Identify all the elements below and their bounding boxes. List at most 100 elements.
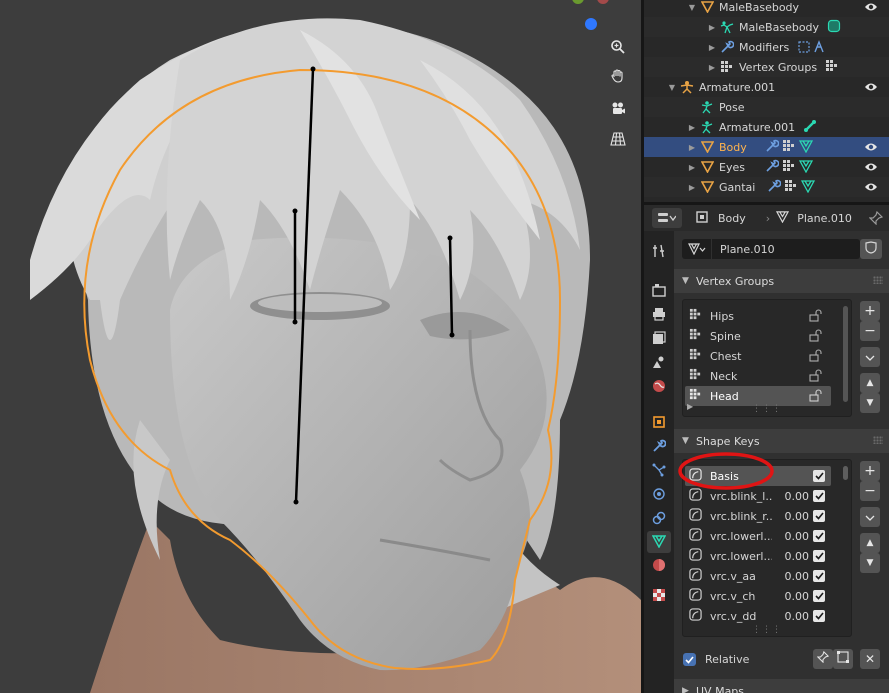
tab-mesh-data[interactable] <box>647 531 671 553</box>
shape-key-item[interactable]: vrc.lowerl... 0.00 <box>685 526 831 546</box>
unlocked-icon[interactable] <box>809 309 823 325</box>
vertex-groups-scrollbar[interactable] <box>843 306 848 402</box>
tab-physics[interactable] <box>647 484 671 506</box>
outliner-row-label: Pose <box>719 100 745 114</box>
shape-key-pin-button[interactable] <box>813 649 833 669</box>
drag-grip-icon[interactable] <box>873 276 883 284</box>
outliner-row[interactable]: ▶ Eyes <box>644 157 889 177</box>
vertex-group-item[interactable]: Neck <box>685 366 831 386</box>
remove-vertex-group-button[interactable]: − <box>860 321 880 341</box>
unlocked-icon[interactable] <box>809 369 823 385</box>
move-down-button[interactable]: ▼ <box>860 553 880 573</box>
shape-key-item[interactable]: vrc.blink_r... 0.00 <box>685 506 831 526</box>
shape-key-value[interactable]: 0.00 <box>785 590 810 603</box>
outliner-row[interactable]: Pose <box>644 97 889 117</box>
tab-modifiers[interactable] <box>647 436 671 458</box>
eye-icon[interactable] <box>863 159 879 175</box>
camera-icon[interactable] <box>606 96 630 120</box>
shape-key-item[interactable]: vrc.v_ch 0.00 <box>685 586 831 606</box>
shape-key-value[interactable]: 0.00 <box>785 490 810 503</box>
shape-key-mute-checkbox[interactable] <box>813 550 825 562</box>
outliner-row[interactable]: ▶ MaleBasebody <box>644 17 889 37</box>
add-vertex-group-button[interactable]: + <box>860 301 880 321</box>
zoom-icon[interactable] <box>606 35 630 59</box>
shape-key-value[interactable]: 0.00 <box>785 570 810 583</box>
vertex-group-specials-button[interactable] <box>860 347 880 367</box>
object-breadcrumb[interactable]: Body <box>696 208 746 228</box>
editor-type-button[interactable] <box>652 208 682 228</box>
bone-icon <box>803 119 817 136</box>
eye-icon[interactable] <box>863 179 879 195</box>
tab-render[interactable] <box>647 280 671 302</box>
shape-key-mute-checkbox[interactable] <box>813 570 825 582</box>
tab-texture[interactable] <box>647 585 671 607</box>
shape-key-value[interactable]: 0.00 <box>785 610 810 623</box>
vertex-group-item[interactable]: Chest <box>685 346 831 366</box>
hand-pan-icon[interactable] <box>606 64 630 88</box>
uv-maps-panel-header[interactable]: ▶ UV Maps <box>674 679 889 693</box>
unlocked-icon[interactable] <box>809 329 823 345</box>
shape-key-item[interactable]: vrc.v_aa 0.00 <box>685 566 831 586</box>
mesh-object-icon <box>698 159 716 175</box>
pin-icon[interactable] <box>868 210 884 228</box>
tab-world[interactable] <box>647 376 671 398</box>
tab-tool[interactable] <box>647 241 671 263</box>
remove-shape-key-button[interactable]: − <box>860 481 880 501</box>
vertex-group-item-selected[interactable]: Head <box>685 386 831 406</box>
shape-key-mute-checkbox[interactable] <box>813 590 825 602</box>
shape-key-value[interactable]: 0.00 <box>785 510 810 523</box>
fake-user-button[interactable] <box>860 239 882 259</box>
tab-constraints[interactable] <box>647 508 671 530</box>
outliner-row[interactable]: ▶ Vertex Groups <box>644 57 889 77</box>
tab-scene[interactable] <box>647 352 671 374</box>
outliner-row[interactable]: ▶ Gantai <box>644 177 889 197</box>
shape-keys-scrollbar[interactable] <box>843 466 848 480</box>
outliner-row[interactable]: ▼ MaleBasebody <box>644 0 889 17</box>
vertex-group-item[interactable]: Spine <box>685 326 831 346</box>
shape-key-item[interactable]: vrc.v_dd 0.00 <box>685 606 831 626</box>
3d-viewport[interactable] <box>0 0 641 693</box>
shape-key-edit-mode-button[interactable] <box>833 649 853 669</box>
outliner-row-selected[interactable]: ▶ Body <box>644 137 889 157</box>
outliner-row[interactable]: ▶ Modifiers <box>644 37 889 57</box>
add-shape-key-button[interactable]: + <box>860 461 880 481</box>
shape-key-value[interactable]: 0.00 <box>785 550 810 563</box>
tab-material[interactable] <box>647 555 671 577</box>
minus-icon: − <box>864 323 876 339</box>
list-resize-grip[interactable]: ⋮⋮⋮ <box>683 404 851 414</box>
tab-particles[interactable] <box>647 460 671 482</box>
shape-key-mute-checkbox[interactable] <box>813 530 825 542</box>
shape-key-item[interactable]: vrc.lowerl... 0.00 <box>685 546 831 566</box>
vertex-groups-panel-header[interactable]: ▼ Vertex Groups <box>674 269 889 293</box>
drag-grip-icon[interactable] <box>873 436 883 444</box>
outliner-row[interactable]: ▶ Armature.001 <box>644 117 889 137</box>
tab-view-layer[interactable] <box>647 328 671 350</box>
move-up-button[interactable]: ▲ <box>860 373 880 393</box>
shape-key-mute-checkbox[interactable] <box>813 490 825 502</box>
eye-icon[interactable] <box>863 0 879 15</box>
eye-icon[interactable] <box>863 79 879 95</box>
shape-key-specials-button[interactable] <box>860 507 880 527</box>
gizmo-axis-z[interactable] <box>585 18 597 30</box>
data-breadcrumb[interactable]: Plane.010 <box>776 208 852 228</box>
shape-key-mute-checkbox[interactable] <box>813 470 825 482</box>
move-down-button[interactable]: ▼ <box>860 393 880 413</box>
vertex-group-item[interactable]: Hips <box>685 306 831 326</box>
relative-checkbox[interactable] <box>683 653 696 666</box>
unlocked-icon[interactable] <box>809 349 823 365</box>
unlocked-icon[interactable] <box>809 389 823 405</box>
mesh-datablock-field[interactable]: Plane.010 <box>682 239 860 259</box>
shape-key-mute-checkbox[interactable] <box>813 510 825 522</box>
clear-shape-keys-button[interactable]: ✕ <box>860 649 880 669</box>
tab-object[interactable] <box>647 412 671 434</box>
render-icon <box>652 283 666 300</box>
outliner-row[interactable]: ▼ Armature.001 <box>644 77 889 97</box>
grid-perspective-icon[interactable] <box>606 127 630 151</box>
list-resize-grip[interactable]: ⋮⋮⋮ <box>683 625 851 635</box>
mesh-data-icon[interactable] <box>682 239 712 259</box>
tab-output[interactable] <box>647 304 671 326</box>
eye-icon[interactable] <box>863 139 879 155</box>
shape-key-value[interactable]: 0.00 <box>785 530 810 543</box>
move-up-button[interactable]: ▲ <box>860 533 880 553</box>
shape-key-mute-checkbox[interactable] <box>813 610 825 622</box>
